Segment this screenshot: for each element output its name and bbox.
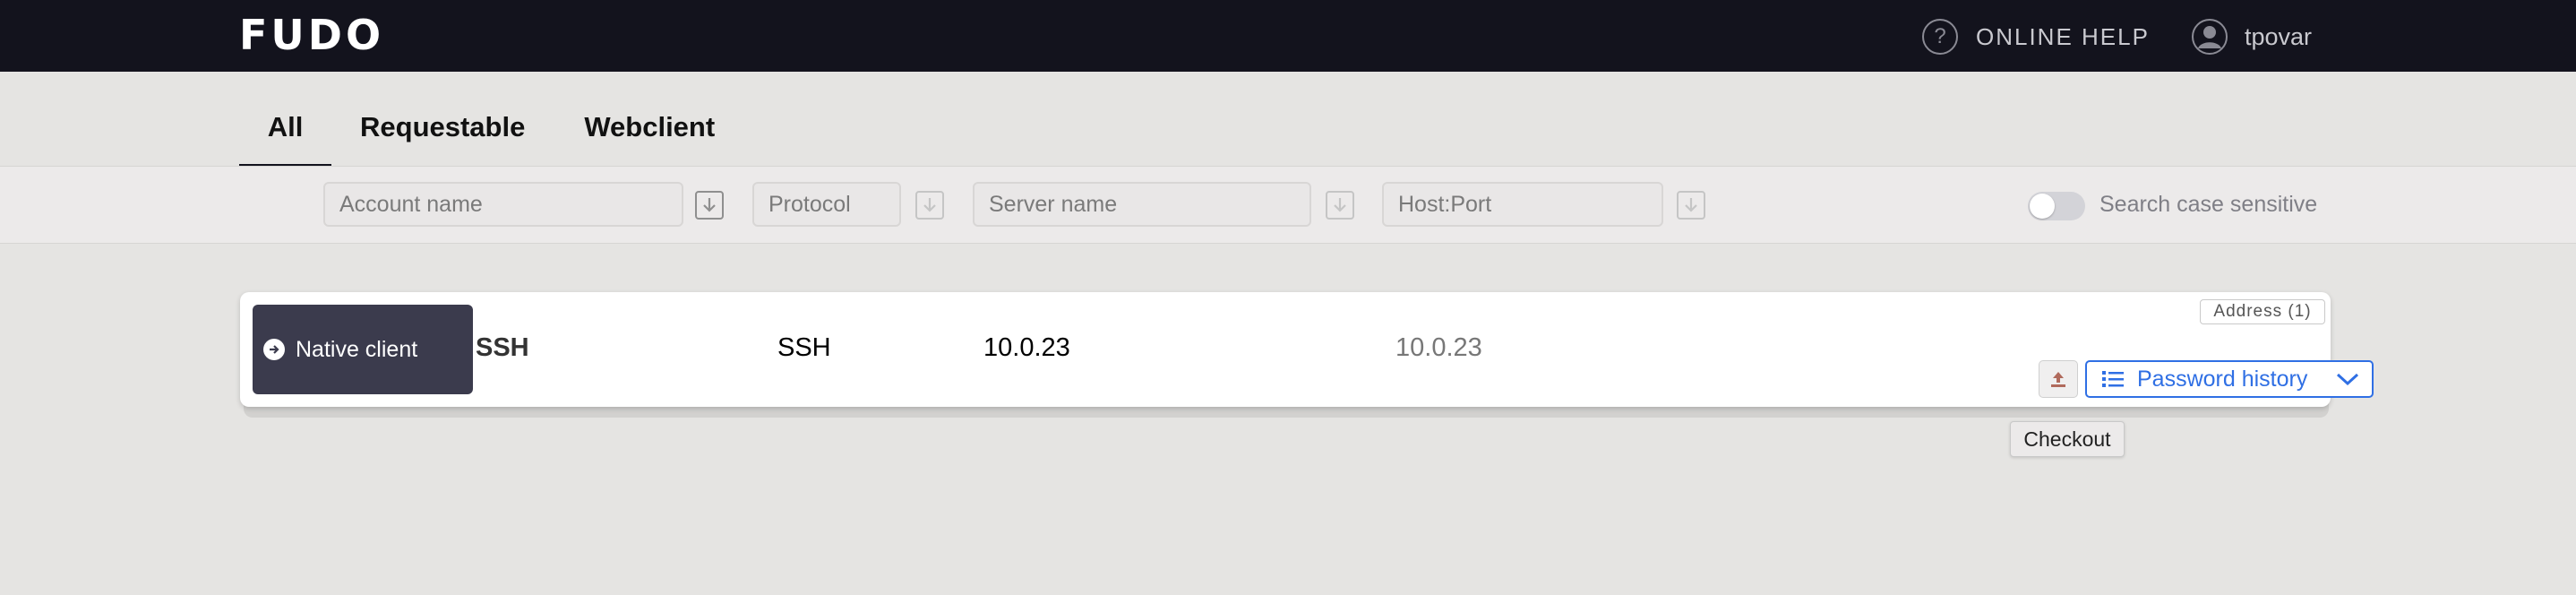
sort-down-icon — [923, 198, 936, 212]
list-icon — [2102, 371, 2124, 387]
arrow-right-circle-icon — [263, 339, 285, 360]
sort-down-icon — [703, 198, 716, 212]
online-help-link[interactable]: ? ONLINE HELP — [1922, 18, 2150, 56]
fudo-logo[interactable]: FUDO — [239, 13, 384, 57]
server-name-filter[interactable] — [973, 182, 1311, 227]
sort-down-icon — [1685, 198, 1697, 212]
password-history-button[interactable]: Password history — [2085, 360, 2374, 398]
native-client-button[interactable]: Native client — [253, 305, 473, 394]
help-icon: ? — [1922, 19, 1958, 55]
host-port-cell: 10.0.23 — [1395, 333, 1482, 362]
case-sensitive-toggle[interactable] — [2028, 192, 2085, 220]
case-sensitive-label: Search case sensitive — [2099, 192, 2318, 217]
protocol-cell: SSH — [777, 333, 831, 362]
address-badge[interactable]: Address (1) — [2200, 299, 2325, 324]
host-port-filter[interactable] — [1382, 182, 1663, 227]
account-name-filter[interactable] — [323, 182, 683, 227]
online-help-label: ONLINE HELP — [1976, 22, 2150, 50]
sort-down-icon — [1334, 198, 1346, 212]
password-history-label: Password history — [2137, 366, 2308, 392]
table-row: Native client SSH SSH 10.0.23 10.0.23 Ad… — [240, 292, 2374, 407]
chevron-down-icon — [2336, 373, 2359, 386]
upload-icon — [2051, 372, 2065, 387]
username: tpovar — [2245, 22, 2313, 50]
filter-bar: Search case sensitive — [0, 166, 2576, 244]
protocol-filter[interactable] — [752, 182, 901, 227]
toggle-knob — [2030, 194, 2055, 219]
top-bar: FUDO ? ONLINE HELP tpovar — [0, 0, 2576, 72]
native-client-label: Native client — [296, 336, 418, 362]
tab-bar: All Requestable Webclient — [239, 99, 715, 167]
server-name-cell: 10.0.23 — [983, 333, 1070, 362]
account-name-cell: SSH — [476, 333, 529, 362]
server-sort-button[interactable] — [1326, 191, 1354, 220]
tab-all[interactable]: All — [239, 99, 331, 167]
account-sort-button[interactable] — [695, 191, 724, 220]
tab-requestable[interactable]: Requestable — [360, 99, 525, 167]
checkout-button[interactable] — [2039, 360, 2078, 398]
tab-webclient[interactable]: Webclient — [584, 99, 715, 167]
protocol-sort-button[interactable] — [915, 191, 944, 220]
checkout-tooltip: Checkout — [2010, 421, 2125, 457]
user-avatar-icon — [2192, 19, 2228, 55]
user-menu[interactable]: tpovar — [2191, 18, 2312, 56]
host-sort-button[interactable] — [1677, 191, 1705, 220]
